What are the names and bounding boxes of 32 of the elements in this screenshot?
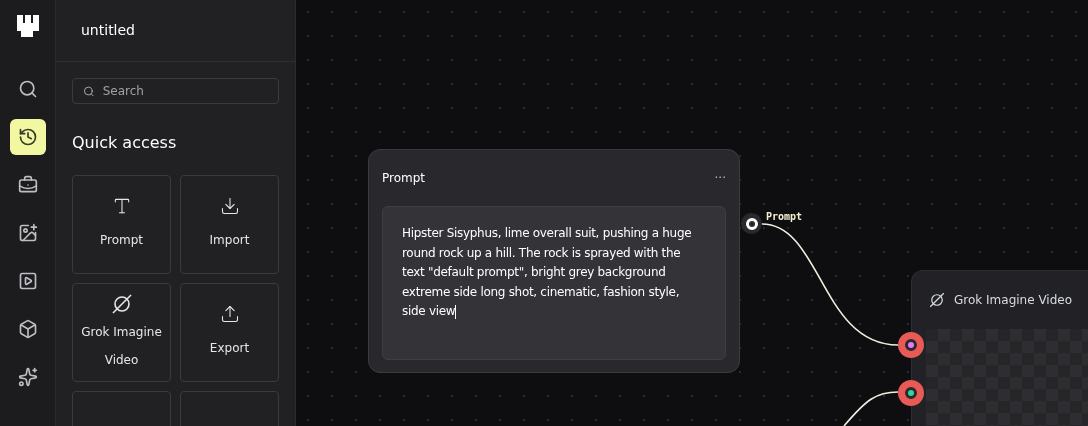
download-icon <box>219 195 240 216</box>
project-title: untitled <box>81 21 135 40</box>
quick-access-tile[interactable]: Grok Imagine Video <box>72 283 171 382</box>
history-icon <box>17 127 38 147</box>
quick-access-tile[interactable]: Import <box>180 175 279 274</box>
more-button[interactable]: ··· <box>714 169 726 187</box>
sparkles-icon <box>17 367 38 387</box>
search-input[interactable]: Search <box>102 82 268 100</box>
output-port[interactable] <box>741 213 762 234</box>
upload-icon <box>219 303 240 324</box>
node-title: Grok Imagine Video <box>954 292 1073 309</box>
rail-button[interactable] <box>9 119 46 155</box>
quick-access-tile[interactable]: Prompt <box>72 175 171 274</box>
prompt-node[interactable] <box>368 149 740 373</box>
wire-line <box>843 391 899 426</box>
briefcase-icon <box>17 175 38 195</box>
port-label: Prompt <box>766 210 803 224</box>
video-node[interactable]: Grok Imagine Video <box>911 270 1088 426</box>
logo-icon <box>16 15 39 37</box>
search-icon <box>17 79 38 99</box>
image-plus-icon <box>17 223 38 243</box>
video-icon <box>17 271 38 291</box>
section-title: Quick access <box>72 132 178 154</box>
prompt-textarea[interactable]: Hipster Sisyphus, lime overall suit, pushing a huge round rock up a hill. The rock is sprayed with the text "default prompt", bright grey background extreme side long shot, cinematic, fashion style, side view <box>382 206 726 360</box>
input-port[interactable] <box>898 332 924 358</box>
slashed-circle-icon <box>928 291 946 309</box>
input-port[interactable] <box>898 380 924 406</box>
node-title: Prompt <box>382 170 426 187</box>
search-icon <box>83 84 95 98</box>
cube-icon <box>17 319 38 339</box>
search-field[interactable]: Search <box>72 78 279 104</box>
quick-access-tile[interactable]: Export <box>180 283 279 382</box>
